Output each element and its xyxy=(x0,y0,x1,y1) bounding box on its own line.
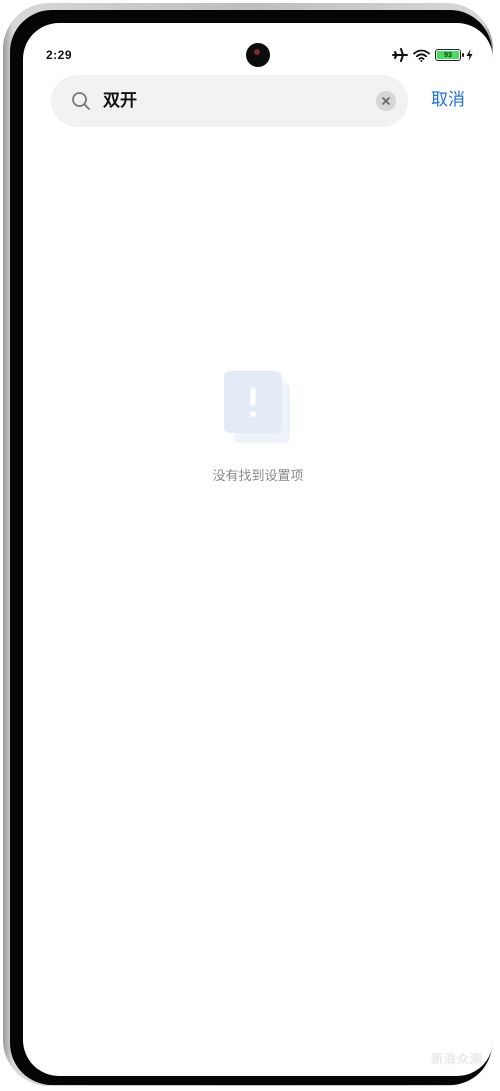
cancel-button[interactable]: 取消 xyxy=(431,89,465,111)
phone-bezel: 2:29 93 双开 取消 没有找到设置项 xyxy=(10,10,493,1085)
battery-level: 93 xyxy=(437,51,459,59)
search-input[interactable]: 双开 xyxy=(103,90,137,112)
status-icons: 93 xyxy=(392,47,473,63)
status-time: 2:29 xyxy=(46,48,73,62)
watermark: 新浪众测 xyxy=(431,1052,484,1066)
search-icon xyxy=(72,92,90,110)
empty-state-message: 没有找到设置项 xyxy=(212,468,304,483)
screen: 2:29 93 双开 取消 没有找到设置项 xyxy=(23,23,493,1076)
battery-icon: 93 xyxy=(435,49,464,61)
alert-document-icon xyxy=(224,371,290,443)
close-icon xyxy=(382,97,390,105)
wifi-icon xyxy=(413,49,430,62)
search-bar[interactable]: 双开 xyxy=(51,75,408,127)
phone-frame: 2:29 93 双开 取消 没有找到设置项 xyxy=(3,3,493,1086)
charging-icon xyxy=(466,49,473,61)
clear-search-button[interactable] xyxy=(376,91,396,111)
front-camera xyxy=(246,43,270,67)
airplane-icon xyxy=(392,48,408,62)
